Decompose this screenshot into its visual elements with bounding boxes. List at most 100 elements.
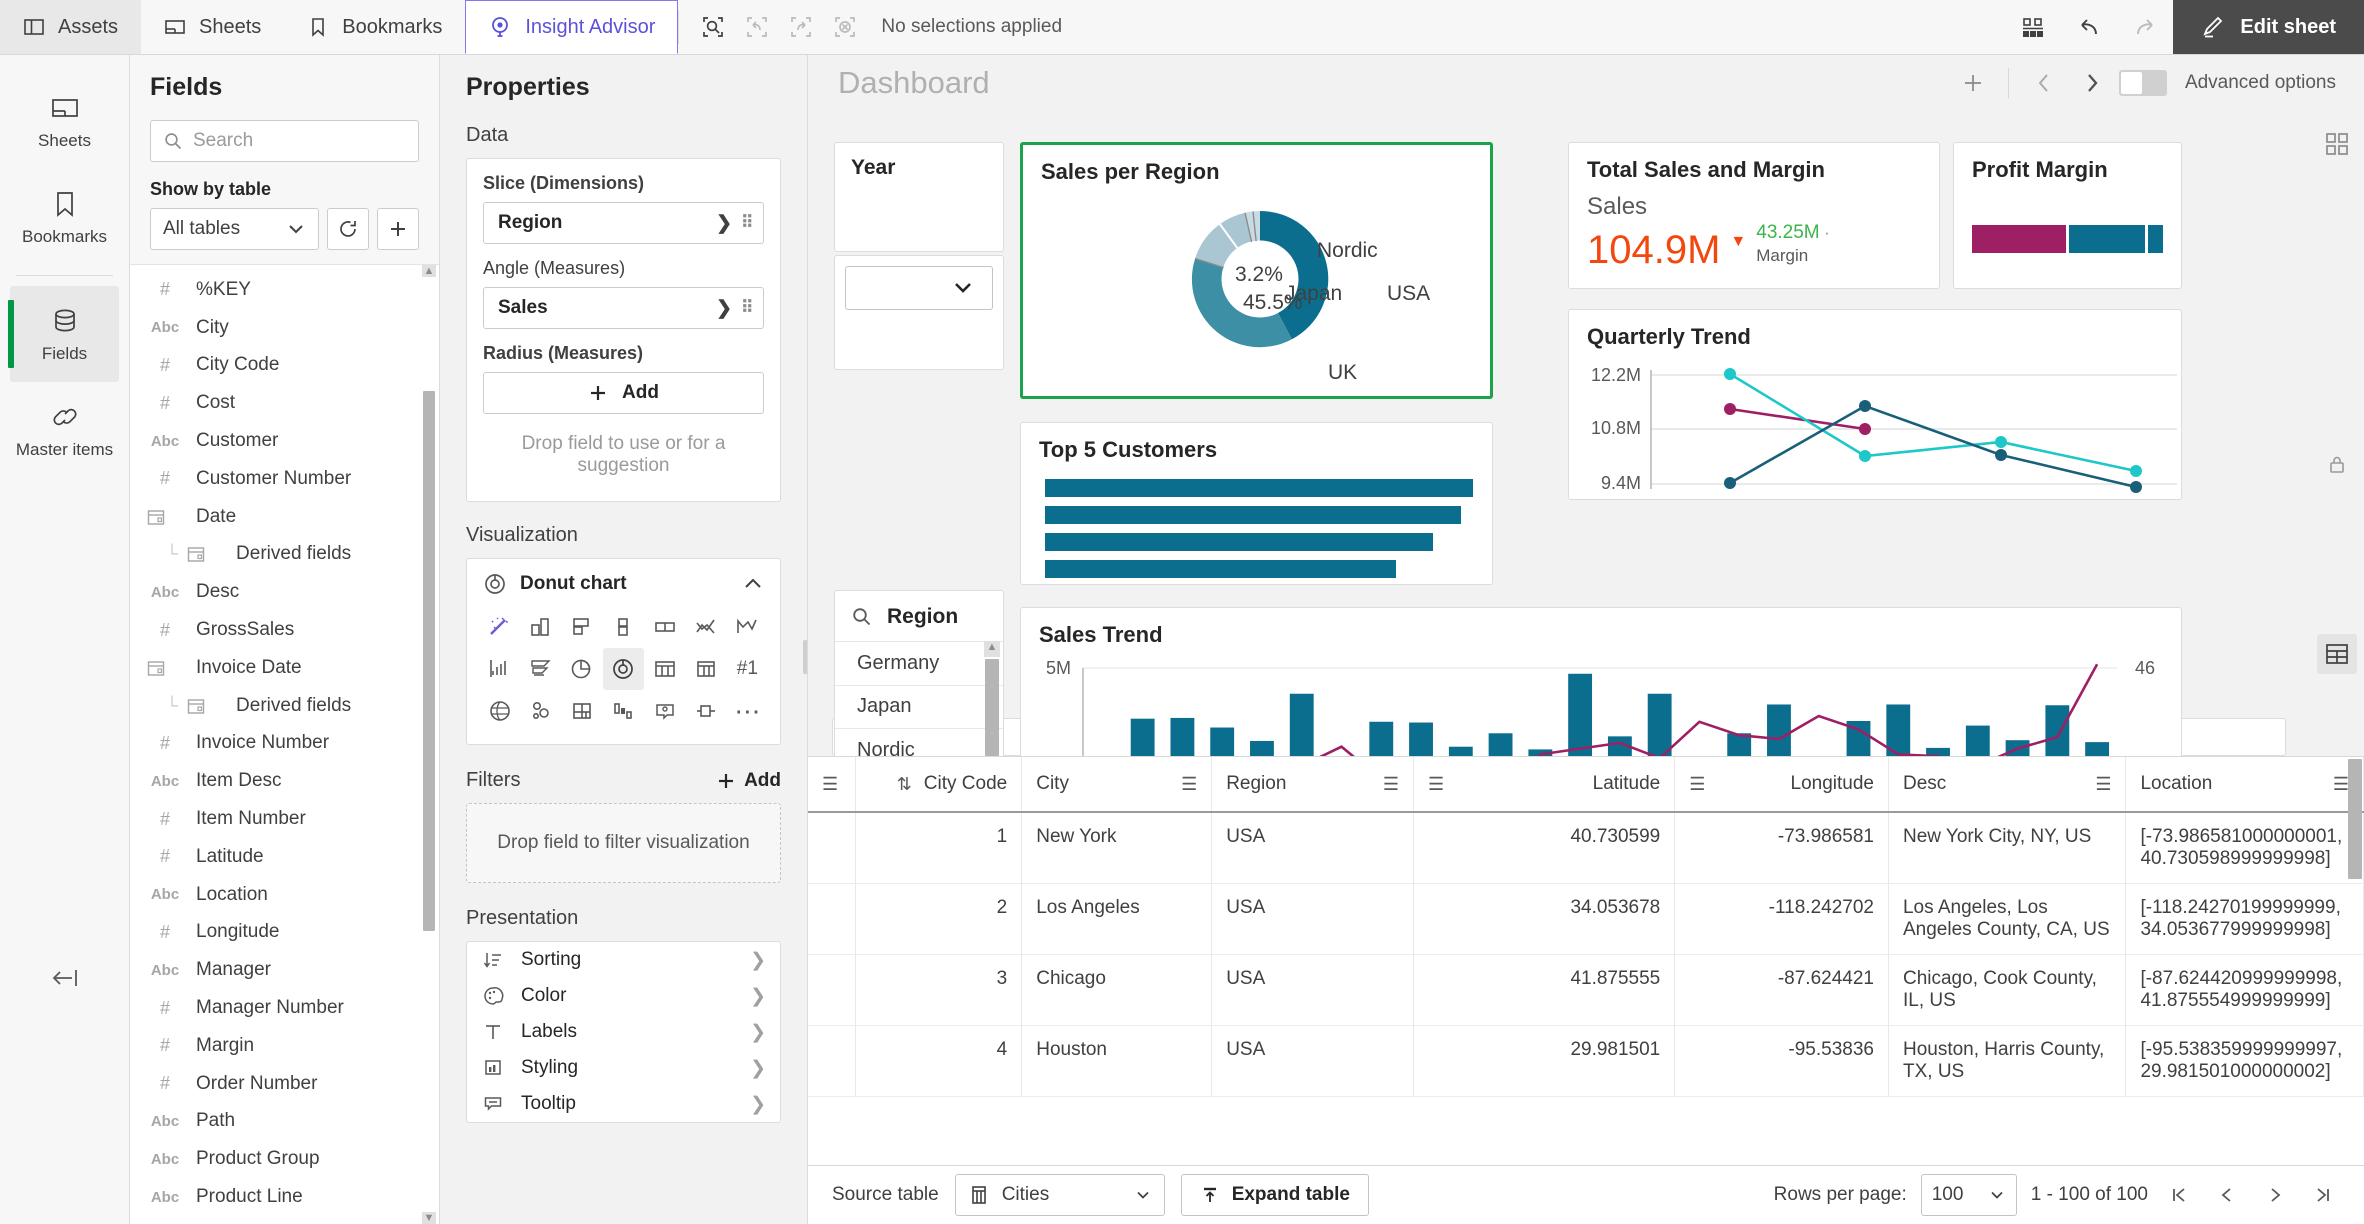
chevron-up-icon[interactable] [742, 573, 764, 595]
search-box[interactable] [150, 120, 419, 162]
kpi-icon[interactable]: #1 [727, 648, 768, 690]
profit-margin-card[interactable]: Profit Margin [1953, 142, 2182, 289]
top5-bar[interactable] [1045, 479, 1473, 497]
cell-region[interactable]: USA [1211, 1025, 1415, 1097]
region-list-item[interactable]: Germany [835, 641, 1003, 685]
viz-current-row[interactable]: Donut chart [479, 568, 768, 606]
expand-table-button[interactable]: Expand table [1180, 1174, 1369, 1216]
cell-longitude[interactable]: -118.242702 [1674, 883, 1889, 955]
cell-desc[interactable]: Los Angeles, Los Angeles County, CA, US [1888, 883, 2127, 955]
cell-location[interactable]: [-118.24270199999999, 34.053677999999998… [2125, 883, 2364, 955]
cell-region[interactable]: USA [1211, 883, 1415, 955]
column-menu-icon[interactable]: ☰ [1383, 775, 1399, 793]
more-icon[interactable]: ⋯ [727, 690, 768, 732]
distribution-icon[interactable] [479, 648, 520, 690]
waterfall-icon[interactable] [603, 690, 644, 732]
cell-city[interactable]: Chicago [1021, 954, 1213, 1026]
field-item[interactable]: Abc Manager [130, 951, 439, 989]
presentation-row-styling[interactable]: Styling ❯ [467, 1050, 780, 1086]
year-filter-pane[interactable]: Year [834, 142, 1004, 252]
top5-bar[interactable] [1045, 533, 1433, 551]
search-icon[interactable] [851, 606, 873, 628]
column-menu-icon[interactable]: ☰ [1689, 775, 1705, 793]
cell-desc[interactable]: Houston, Harris County, TX, US [1888, 1025, 2127, 1097]
next-page-icon[interactable] [2258, 1178, 2292, 1212]
cell-longitude[interactable]: -95.53836 [1674, 1025, 1889, 1097]
presentation-row-color[interactable]: Color ❯ [467, 978, 780, 1014]
profit-margin-bars[interactable] [1972, 225, 2163, 253]
histogram-icon[interactable] [685, 690, 726, 732]
data-table-scrollbar[interactable] [2348, 759, 2362, 879]
tab-insight-advisor[interactable]: Insight Advisor [465, 0, 679, 54]
sidebar-item-fields[interactable]: Fields [8, 286, 119, 382]
cell-location[interactable]: [-73.986581000000001, 40.730598999999998… [2125, 812, 2364, 884]
field-item[interactable]: # Customer Number [130, 460, 439, 498]
top5-bar[interactable] [1045, 506, 1461, 524]
cell-region[interactable]: USA [1211, 812, 1415, 884]
tab-bookmarks[interactable]: Bookmarks [284, 0, 465, 54]
first-page-icon[interactable] [2162, 1178, 2196, 1212]
cell-city-code[interactable]: 1 [855, 812, 1023, 884]
field-item[interactable]: # Item Number [130, 800, 439, 838]
field-item[interactable]: # Longitude [130, 914, 439, 952]
field-item[interactable]: # Order Number [130, 1065, 439, 1103]
bar-stacked-icon[interactable] [603, 606, 644, 648]
tab-sheets[interactable]: Sheets [141, 0, 284, 54]
text-image-icon[interactable] [644, 690, 685, 732]
angle-measure-field[interactable]: Sales ❯ ⠿ [483, 287, 764, 329]
field-item[interactable]: Abc City [130, 309, 439, 347]
field-item[interactable]: Abc Desc [130, 573, 439, 611]
presentation-row-tooltip[interactable]: Tooltip ❯ [467, 1086, 780, 1122]
last-page-icon[interactable] [2306, 1178, 2340, 1212]
bar-horizontal-icon[interactable] [562, 606, 603, 648]
sidebar-item-bookmarks[interactable]: Bookmarks [10, 169, 119, 265]
donut-chart[interactable]: Nordic Japan UK USA 3.2% 45.5% [1023, 191, 1490, 384]
clear-selections-icon[interactable] [825, 7, 865, 47]
field-item[interactable]: Abc Location [130, 876, 439, 914]
chevron-right-icon[interactable] [2071, 62, 2113, 104]
treemap-icon[interactable] [562, 690, 603, 732]
combo-chart-icon[interactable] [685, 606, 726, 648]
slice-dimension-field[interactable]: Region ❯ ⠿ [483, 202, 764, 244]
scatter-plot-icon[interactable] [520, 690, 561, 732]
field-item[interactable]: └ Derived fields [130, 536, 439, 574]
fields-list-scrollbar[interactable]: ▲ ▼ [422, 265, 436, 1224]
table-row[interactable]: 3 Chicago USA 41.875555 -87.624421 Chicago, C… [808, 954, 2364, 1026]
bar-chart-icon[interactable] [520, 606, 561, 648]
edit-sheet-button[interactable]: Edit sheet [2173, 0, 2364, 54]
drag-handle-icon[interactable]: ⠿ [741, 299, 753, 316]
pie-chart-icon[interactable] [562, 648, 603, 690]
sidebar-item-sheets[interactable]: Sheets [10, 73, 119, 169]
top5-bars[interactable] [1021, 469, 1492, 584]
column-menu-icon[interactable]: ☰ [2095, 775, 2111, 793]
cell-region[interactable]: USA [1211, 954, 1415, 1026]
column-header[interactable]: ☰ Latitude [1413, 757, 1676, 813]
search-input[interactable] [193, 130, 406, 152]
field-item[interactable]: # Invoice Number [130, 725, 439, 763]
column-header[interactable]: ☰ Longitude [1674, 757, 1889, 813]
field-item[interactable]: └ Derived fields [130, 687, 439, 725]
cell-latitude[interactable]: 29.981501 [1413, 1025, 1676, 1097]
add-filter-button[interactable]: Add [716, 770, 781, 792]
column-menu-icon[interactable]: ☰ [822, 775, 838, 793]
fields-list[interactable]: # %KEY Abc City # City Code # Cost Abc Customer # C… [130, 264, 439, 1224]
scroll-up-icon[interactable]: ▲ [422, 265, 436, 277]
donut-chart-icon[interactable] [602, 648, 645, 690]
field-item[interactable]: Abc Customer [130, 422, 439, 460]
field-item[interactable]: # Cost [130, 384, 439, 422]
step-forward-icon[interactable] [781, 7, 821, 47]
field-item[interactable]: Abc Product Group [130, 1140, 439, 1178]
presentation-row-sorting[interactable]: Sorting ❯ [467, 942, 780, 978]
column-header[interactable]: ⇅ City Code [855, 757, 1023, 813]
rows-per-page-select[interactable]: 100 [1920, 1174, 2017, 1216]
cell-city[interactable]: Houston [1021, 1025, 1213, 1097]
source-table-select[interactable]: Cities [954, 1174, 1165, 1216]
sheet-grid-icon[interactable] [2005, 0, 2061, 55]
data-table[interactable]: ☰ ⇅ City Code City ☰ Region ☰ ☰ Latitude ☰ Longitu… [808, 757, 2364, 1097]
redo-icon[interactable] [2117, 0, 2173, 55]
field-item[interactable]: # %KEY [130, 271, 439, 309]
box-plot-icon[interactable] [644, 606, 685, 648]
field-item[interactable]: Abc Product Line [130, 1178, 439, 1216]
year-filter-select[interactable] [845, 266, 993, 310]
refresh-icon[interactable] [327, 208, 369, 250]
